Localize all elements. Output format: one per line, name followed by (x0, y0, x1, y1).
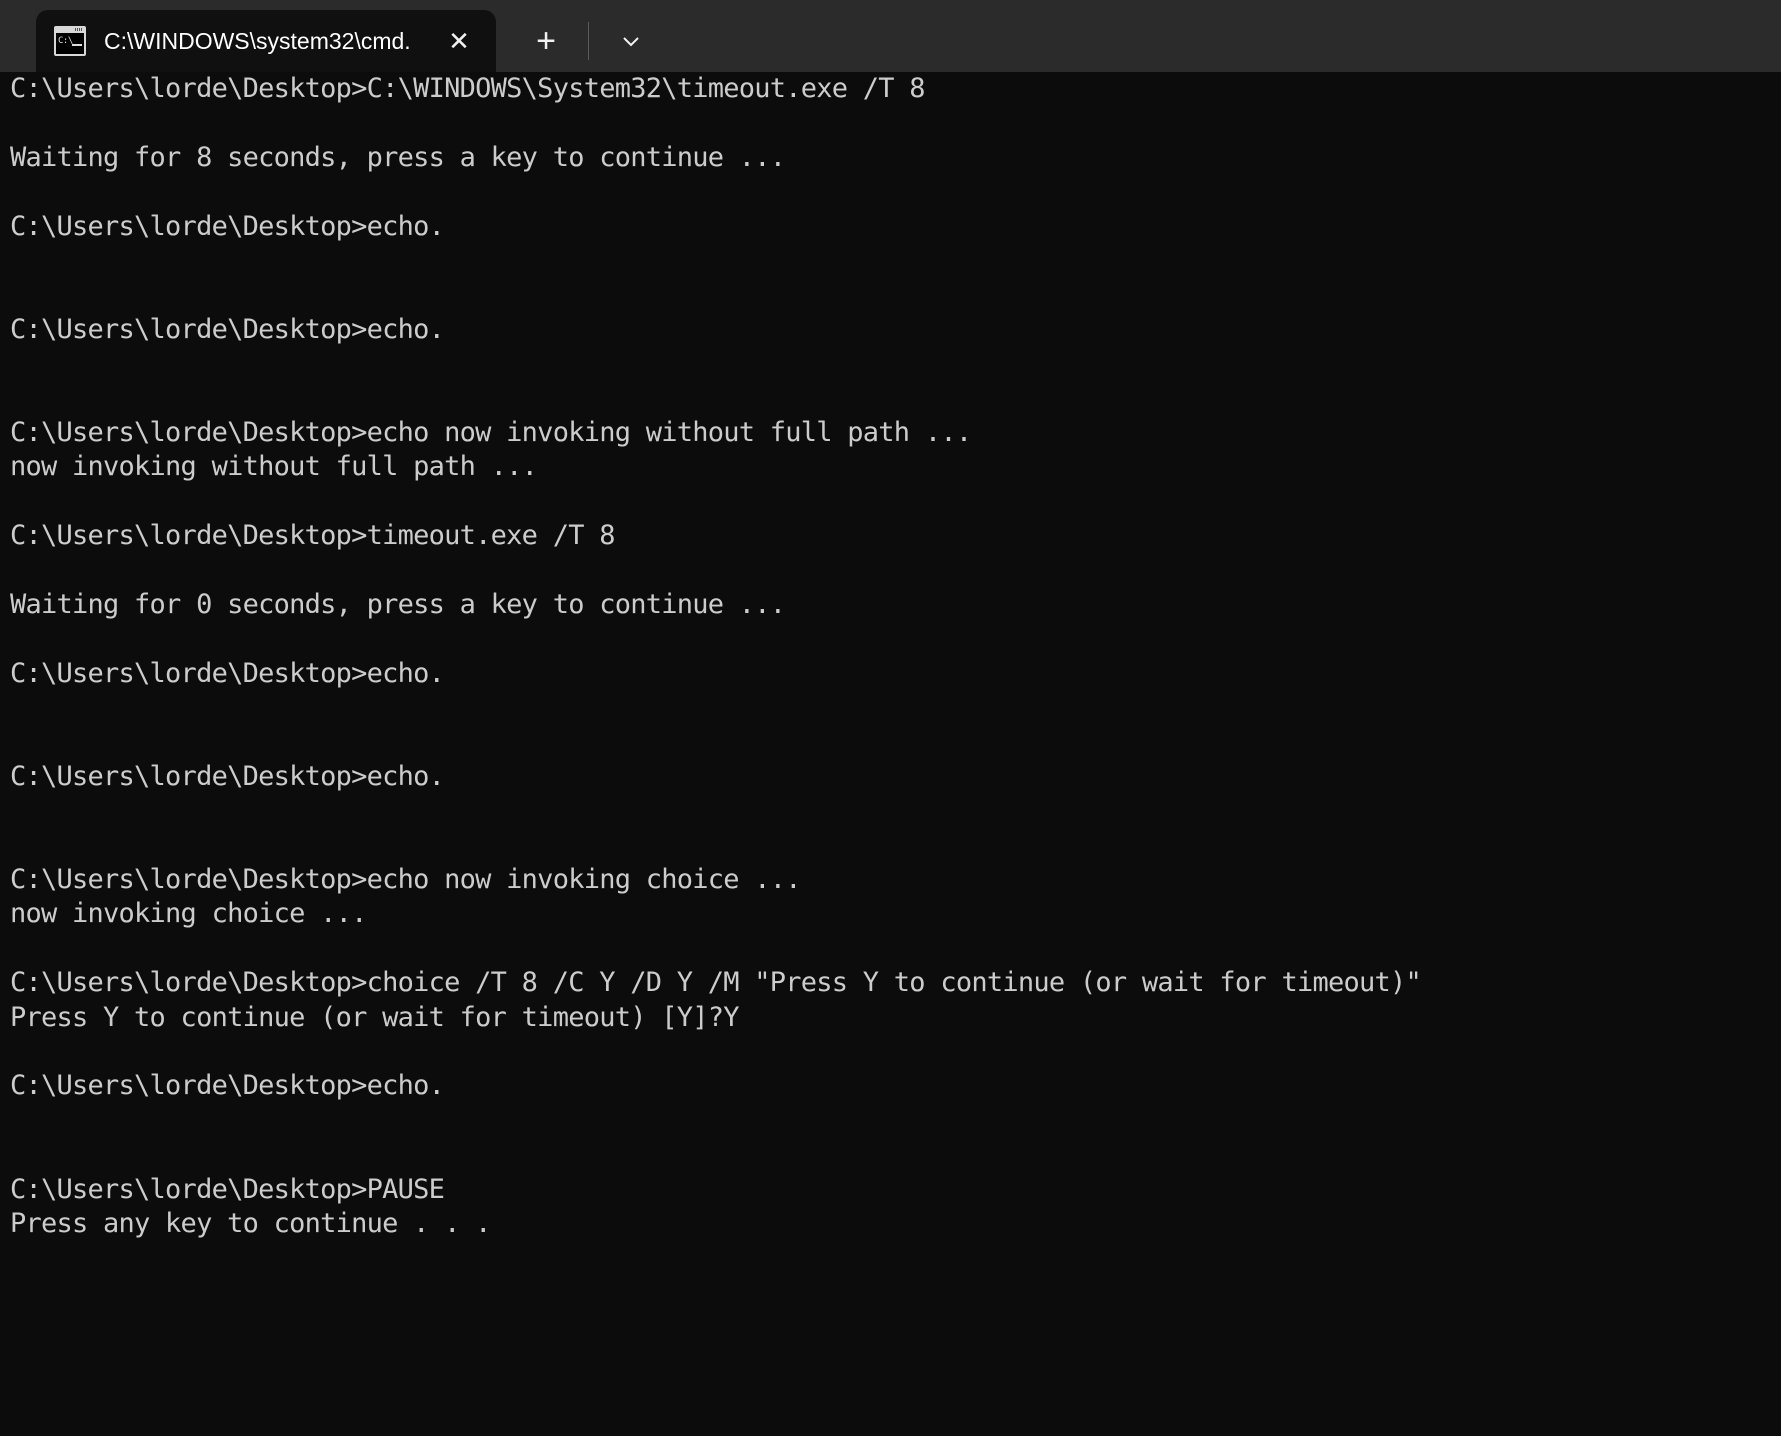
tab-cmd[interactable]: C:\ C:\WINDOWS\system32\cmd. ✕ (36, 10, 496, 72)
terminal-line: C:\Users\lorde\Desktop>echo. (10, 760, 445, 792)
toolbar-divider (588, 22, 589, 60)
chevron-down-icon[interactable] (605, 15, 657, 67)
terminal-line: C:\Users\lorde\Desktop>echo. (10, 313, 445, 345)
terminal-line: Press any key to continue . . . (10, 1207, 491, 1239)
terminal-line: C:\Users\lorde\Desktop>echo. (10, 1070, 445, 1102)
terminal-line: C:\Users\lorde\Desktop>echo now invoking… (10, 416, 972, 448)
terminal-line: C:\Users\lorde\Desktop>echo now invoking… (10, 863, 802, 895)
cmd-icon-prompt-text: C:\ (58, 36, 73, 46)
terminal-line: C:\Users\lorde\Desktop>echo. (10, 210, 445, 242)
close-icon[interactable]: ✕ (436, 18, 482, 64)
terminal-line: Waiting for 0 seconds, press a key to co… (10, 588, 786, 620)
terminal-line: C:\Users\lorde\Desktop>timeout.exe /T 8 (10, 520, 615, 552)
title-bar: C:\ C:\WINDOWS\system32\cmd. ✕ + (0, 0, 1781, 72)
terminal-line: C:\Users\lorde\Desktop>PAUSE (10, 1173, 445, 1205)
terminal-output: C:\Users\lorde\Desktop>C:\WINDOWS\System… (10, 72, 1781, 1241)
terminal-line: now invoking choice ... (10, 898, 367, 930)
cmd-console-icon: C:\ (54, 26, 86, 56)
tab-title: C:\WINDOWS\system32\cmd. (104, 28, 411, 54)
terminal-line: C:\Users\lorde\Desktop>echo. (10, 657, 445, 689)
terminal-line: C:\Users\lorde\Desktop>C:\WINDOWS\System… (10, 73, 926, 104)
tab-actions: + (496, 10, 657, 72)
terminal-line: Press Y to continue (or wait for timeout… (10, 1001, 740, 1033)
terminal-line: now invoking without full path ... (10, 451, 538, 483)
tab-strip: C:\ C:\WINDOWS\system32\cmd. ✕ + (0, 0, 657, 72)
terminal-body[interactable]: C:\Users\lorde\Desktop>C:\WINDOWS\System… (0, 72, 1781, 1436)
new-tab-icon[interactable]: + (520, 15, 572, 67)
terminal-line: Waiting for 8 seconds, press a key to co… (10, 141, 786, 173)
terminal-line: C:\Users\lorde\Desktop>choice /T 8 /C Y … (10, 967, 1422, 999)
